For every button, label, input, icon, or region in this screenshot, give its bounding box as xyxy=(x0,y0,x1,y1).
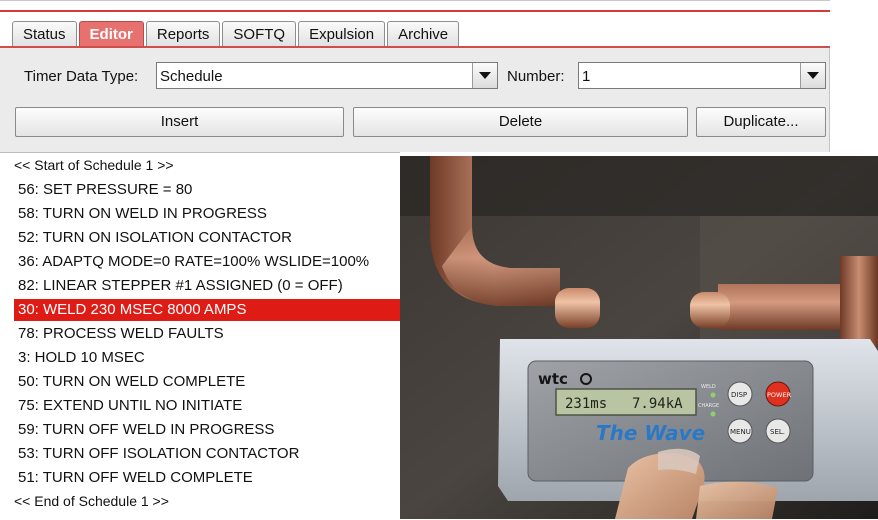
tab-softq[interactable]: SOFTQ xyxy=(222,21,297,46)
schedule-item[interactable]: 75: EXTEND UNTIL NO INITIATE xyxy=(18,397,242,414)
schedule-item[interactable]: 58: TURN ON WELD IN PROGRESS xyxy=(18,205,267,222)
tab-status[interactable]: Status xyxy=(12,21,77,46)
menu-key-label: MENU xyxy=(730,428,751,436)
editor-controls-panel: Timer Data Type: Schedule Number: 1 Inse… xyxy=(0,48,830,152)
disp-key-label: DISP xyxy=(731,391,747,399)
tab-editor[interactable]: Editor xyxy=(78,21,144,46)
tab-bar: Status Editor Reports SOFTQ Expulsion Ar… xyxy=(12,21,461,47)
product-name-text: The Wave xyxy=(596,421,705,445)
number-value: 1 xyxy=(582,68,591,85)
lcd-current-readout: 7.94kA xyxy=(632,396,683,412)
schedule-item[interactable]: 52: TURN ON ISOLATION CONTACTOR xyxy=(18,229,292,246)
schedule-item[interactable]: 59: TURN OFF WELD IN PROGRESS xyxy=(18,421,274,438)
weld-tester-photo-illustration: wtc 231ms 7.94kA WELD CHARGE The Wave DI… xyxy=(400,156,878,519)
number-label: Number: xyxy=(507,68,565,85)
number-select[interactable]: 1 xyxy=(578,62,826,89)
weld-led-label: WELD xyxy=(701,384,716,390)
schedule-item[interactable]: 82: LINEAR STEPPER #1 ASSIGNED (0 = OFF) xyxy=(18,277,343,294)
duplicate-button[interactable]: Duplicate... xyxy=(696,107,826,137)
timer-data-type-label: Timer Data Type: xyxy=(24,68,139,85)
schedule-item[interactable]: 78: PROCESS WELD FAULTS xyxy=(18,325,224,342)
schedule-start-marker[interactable]: << Start of Schedule 1 >> xyxy=(14,157,174,173)
chevron-down-icon[interactable] xyxy=(800,63,825,88)
schedule-item-selected[interactable]: 30: WELD 230 MSEC 8000 AMPS xyxy=(14,299,404,321)
delete-button[interactable]: Delete xyxy=(353,107,688,137)
schedule-item[interactable]: 36: ADAPTQ MODE=0 RATE=100% WSLIDE=100% xyxy=(18,253,369,270)
tab-archive[interactable]: Archive xyxy=(387,21,460,46)
window-top-bar xyxy=(0,0,830,12)
schedule-item[interactable]: 53: TURN OFF ISOLATION CONTACTOR xyxy=(18,445,299,462)
schedule-item[interactable]: 3: HOLD 10 MSEC xyxy=(18,349,145,366)
timer-data-type-value: Schedule xyxy=(160,68,223,85)
weld-led-icon xyxy=(710,392,716,398)
schedule-list: << Start of Schedule 1 >> 56: SET PRESSU… xyxy=(0,152,404,520)
tab-expulsion[interactable]: Expulsion xyxy=(298,21,386,46)
charge-led-icon xyxy=(710,411,716,417)
sel-key-label: SEL. xyxy=(770,428,785,436)
weld-tester-photo: wtc 231ms 7.94kA WELD CHARGE The Wave DI… xyxy=(400,156,878,519)
brand-logo-text: wtc xyxy=(538,370,568,388)
schedule-end-marker[interactable]: << End of Schedule 1 >> xyxy=(14,493,169,509)
chevron-down-icon[interactable] xyxy=(472,63,497,88)
schedule-item[interactable]: 50: TURN ON WELD COMPLETE xyxy=(18,373,245,390)
insert-button[interactable]: Insert xyxy=(15,107,344,137)
power-key-label: POWER xyxy=(767,391,792,399)
tab-reports[interactable]: Reports xyxy=(145,21,221,46)
charge-led-label: CHARGE xyxy=(698,403,719,409)
lcd-time-readout: 231ms xyxy=(565,396,607,412)
schedule-item[interactable]: 51: TURN OFF WELD COMPLETE xyxy=(18,469,253,486)
schedule-item[interactable]: 56: SET PRESSURE = 80 xyxy=(18,181,192,198)
timer-data-type-select[interactable]: Schedule xyxy=(156,62,498,89)
